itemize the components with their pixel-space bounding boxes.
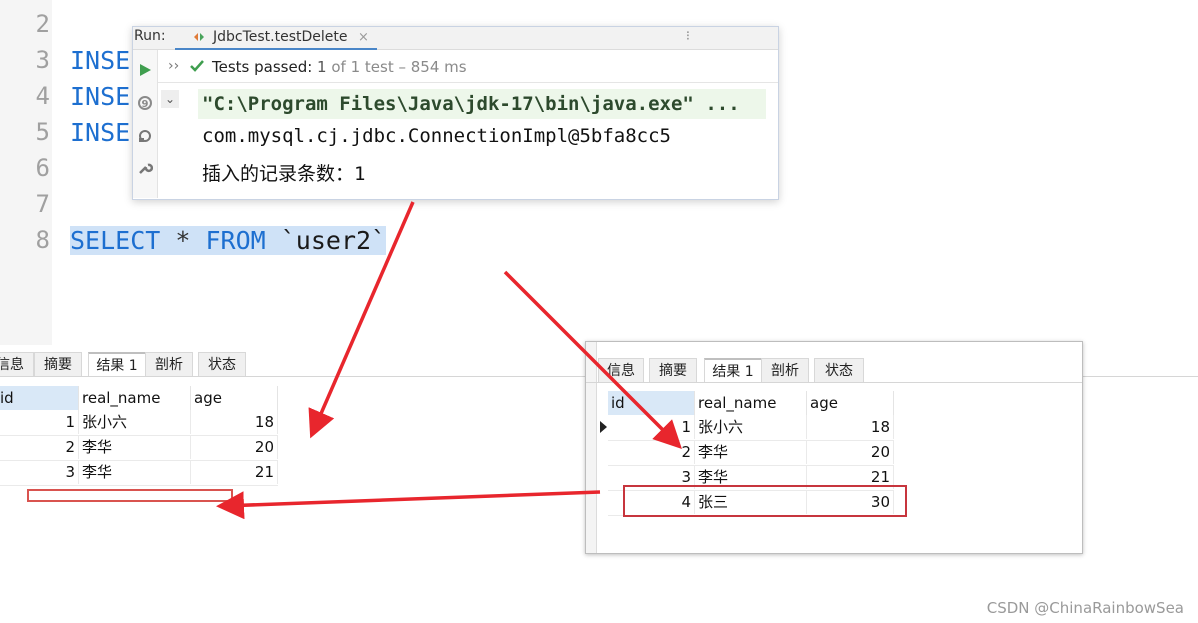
tab-summary[interactable]: 摘要 xyxy=(649,358,697,382)
cell-real-name: 李华 xyxy=(79,435,191,459)
check-icon xyxy=(190,60,204,72)
console-line: com.mysql.cj.jdbc.ConnectionImpl@5bfa8cc… xyxy=(202,125,671,147)
run-label: Run: xyxy=(134,28,166,44)
tab-profile[interactable]: 剖析 xyxy=(761,358,809,382)
tab-info[interactable]: 信息 xyxy=(598,358,644,382)
run-tab-title: JdbcTest.testDelete xyxy=(213,29,348,45)
test-status-text: Tests passed: 1 of 1 test – 854 ms xyxy=(212,58,467,76)
run-tab-jdbctest[interactable]: JdbcTest.testDelete × xyxy=(175,27,377,50)
cell-id: 1 xyxy=(608,415,695,439)
table-identifier: `user2` xyxy=(265,226,387,255)
rerun-failed-icon[interactable]: 9 xyxy=(137,95,153,111)
run-tab-bar: Run: JdbcTest.testDelete × ⁝ xyxy=(133,27,778,50)
column-header-age[interactable]: age xyxy=(191,386,278,410)
line-number: 6 xyxy=(35,154,50,182)
cell-age: 18 xyxy=(807,415,894,439)
result-panel-after: 信息 摘要 结果 1 剖析 状态 id real_name age 1 张小六 … xyxy=(585,341,1083,554)
watermark: CSDN @ChinaRainbowSea xyxy=(986,599,1184,617)
more-options-icon[interactable]: ⁝ xyxy=(686,29,690,44)
line-number: 4 xyxy=(35,82,50,110)
column-header-real-name[interactable]: real_name xyxy=(695,391,807,415)
cell-real-name: 李华 xyxy=(695,440,807,464)
current-row-marker-icon xyxy=(600,421,607,433)
column-header-age[interactable]: age xyxy=(807,391,894,415)
tab-summary[interactable]: 摘要 xyxy=(34,352,82,376)
column-header-id[interactable]: id xyxy=(0,386,79,410)
cell-id: 3 xyxy=(0,460,79,484)
code-line-insert[interactable]: INSE xyxy=(70,43,130,79)
console-line: "C:\Program Files\Java\jdk-17\bin\java.e… xyxy=(198,89,766,119)
column-header-id[interactable]: id xyxy=(608,391,695,415)
cell-id: 1 xyxy=(0,410,79,434)
test-status-row: ›› Tests passed: 1 of 1 test – 854 ms xyxy=(158,50,778,83)
cell-age: 20 xyxy=(191,435,278,459)
cell-age: 18 xyxy=(191,410,278,434)
run-tool-window: Run: JdbcTest.testDelete × ⁝ 9 ›› Tests … xyxy=(132,26,779,200)
cell-id: 2 xyxy=(0,435,79,459)
expand-chevrons-icon[interactable]: ›› xyxy=(168,58,179,74)
svg-text:9: 9 xyxy=(142,99,149,110)
status-detail: of 1 test – 854 ms xyxy=(331,58,467,76)
code-line-select[interactable]: SELECT * FROM `user2` xyxy=(70,223,387,259)
cell-age: 20 xyxy=(807,440,894,464)
cell-real-name: 李华 xyxy=(79,460,191,484)
selected-query: SELECT * FROM `user2` xyxy=(70,226,387,255)
table-row[interactable]: 2 李华 20 xyxy=(0,435,278,461)
grid-header: id real_name age xyxy=(0,386,278,410)
keyword-select: SELECT xyxy=(70,226,161,255)
tab-result-1[interactable]: 结果 1 xyxy=(88,352,146,376)
missing-row-highlight-box xyxy=(27,489,233,502)
select-star: * xyxy=(160,226,206,255)
table-row[interactable]: 2 李华 20 xyxy=(608,440,894,466)
console-line: 插入的记录条数：1 xyxy=(202,163,366,185)
arrow-new-row-to-left xyxy=(216,490,601,520)
column-header-real-name[interactable]: real_name xyxy=(79,386,191,410)
tab-result-1[interactable]: 结果 1 xyxy=(704,358,762,382)
line-number: 8 xyxy=(35,226,50,254)
new-row-highlight-box xyxy=(623,485,907,517)
cell-real-name: 张小六 xyxy=(695,415,807,439)
line-number-gutter: 2 3 4 5 6 7 8 xyxy=(0,0,52,345)
console-output[interactable]: ⌄ "C:\Program Files\Java\jdk-17\bin\java… xyxy=(158,83,778,198)
test-config-icon xyxy=(194,33,204,41)
cell-real-name: 张小六 xyxy=(79,410,191,434)
status-count: 1 xyxy=(317,58,332,76)
collapse-chevron-icon[interactable]: ⌄ xyxy=(161,90,179,108)
grid-header: id real_name age xyxy=(608,391,894,415)
tab-status[interactable]: 状态 xyxy=(198,352,246,376)
code-line-insert[interactable]: INSE xyxy=(70,79,130,115)
line-number: 2 xyxy=(35,10,50,38)
camera-snapshot-icon[interactable] xyxy=(137,128,153,144)
close-icon[interactable]: × xyxy=(358,30,369,45)
run-side-toolbar: 9 xyxy=(133,50,158,198)
cell-id: 2 xyxy=(608,440,695,464)
settings-wrench-icon[interactable] xyxy=(137,160,153,176)
line-number: 7 xyxy=(35,190,50,218)
tab-status[interactable]: 状态 xyxy=(814,358,864,382)
cell-age: 21 xyxy=(191,460,278,484)
tab-profile[interactable]: 剖析 xyxy=(145,352,193,376)
status-passed: Tests passed: xyxy=(212,58,318,76)
result-tabs: 信息 摘要 结果 1 剖析 状态 xyxy=(586,352,1082,383)
rerun-icon[interactable] xyxy=(137,62,153,78)
table-row[interactable]: 1 张小六 18 xyxy=(0,410,278,436)
keyword-from: FROM xyxy=(205,226,266,255)
table-row[interactable]: 3 李华 21 xyxy=(0,460,278,486)
code-line-insert[interactable]: INSE xyxy=(70,115,130,151)
tab-info[interactable]: 信息 xyxy=(0,352,34,376)
table-row[interactable]: 1 张小六 18 xyxy=(608,415,894,441)
line-number: 3 xyxy=(35,46,50,74)
line-number: 5 xyxy=(35,118,50,146)
